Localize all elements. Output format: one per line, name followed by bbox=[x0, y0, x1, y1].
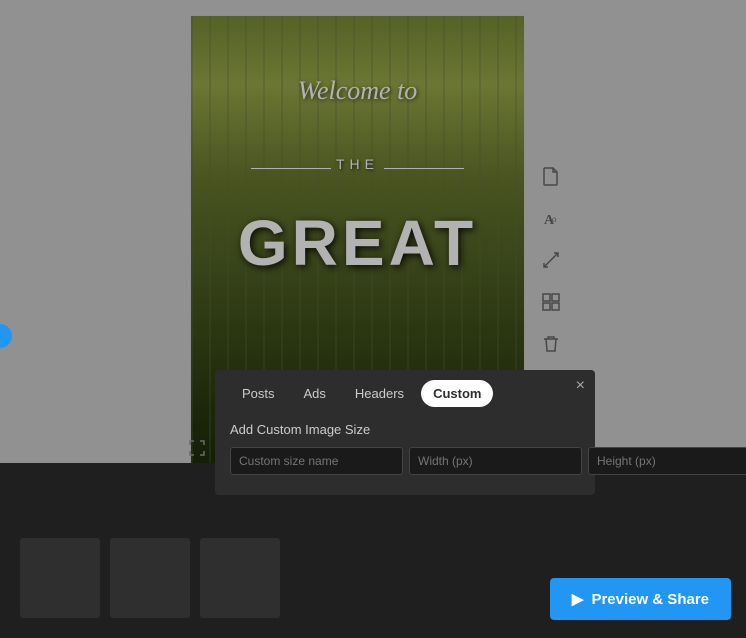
preview-label: Preview & Share bbox=[591, 591, 709, 608]
custom-size-label: Add Custom Image Size bbox=[230, 422, 580, 437]
custom-name-input[interactable] bbox=[230, 447, 403, 475]
modal-close-button[interactable]: × bbox=[576, 378, 585, 394]
height-input[interactable] bbox=[588, 447, 746, 475]
custom-size-modal: × Posts Ads Headers Custom Add Custom Im… bbox=[215, 370, 595, 495]
preview-icon: ▶ bbox=[572, 590, 584, 608]
tab-ads[interactable]: Ads bbox=[292, 380, 338, 407]
tab-custom[interactable]: Custom bbox=[421, 380, 493, 407]
modal-content: Add Custom Image Size Add bbox=[215, 407, 595, 475]
tab-headers[interactable]: Headers bbox=[343, 380, 416, 407]
preview-share-button[interactable]: ▶ Preview & Share bbox=[550, 578, 731, 620]
modal-tabs: Posts Ads Headers Custom bbox=[215, 370, 595, 407]
custom-size-inputs: Add bbox=[230, 447, 580, 475]
tab-posts[interactable]: Posts bbox=[230, 380, 287, 407]
canvas-area: Welcome to THE GREAT A o bbox=[0, 0, 746, 638]
width-input[interactable] bbox=[409, 447, 582, 475]
modal-overlay bbox=[0, 0, 746, 638]
